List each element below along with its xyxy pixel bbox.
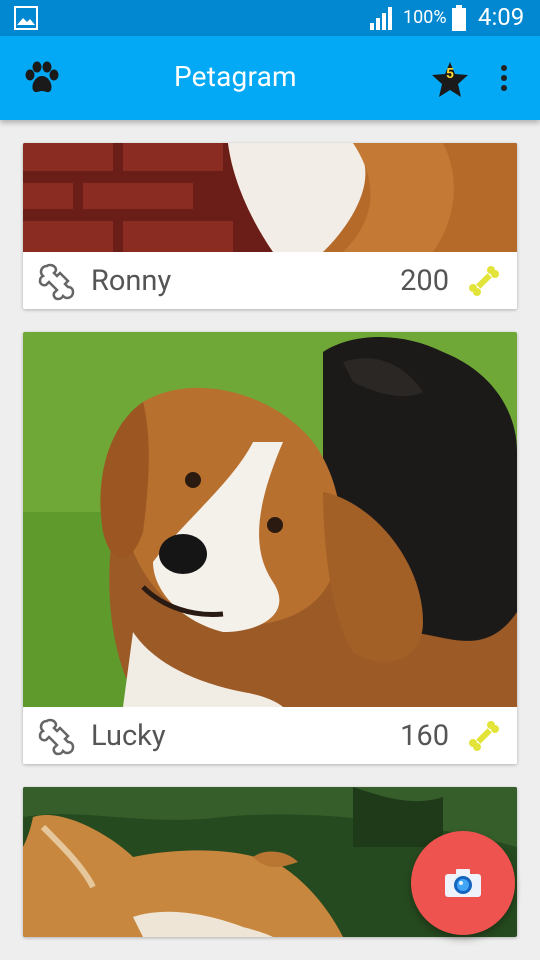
signal-icon xyxy=(370,7,392,30)
favorites-button[interactable]: 5 xyxy=(430,60,470,100)
battery-percent: 100% xyxy=(403,7,447,28)
clock: 4:09 xyxy=(478,3,525,31)
paw-icon[interactable] xyxy=(24,61,60,95)
pet-card: Ronny 200 xyxy=(23,143,517,309)
pet-card-footer: Ronny 200 xyxy=(23,252,517,309)
camera-fab[interactable] xyxy=(411,831,515,935)
pet-card-footer: Lucky 160 xyxy=(23,707,517,764)
camera-icon xyxy=(445,869,481,897)
status-bar: 100% 4:09 xyxy=(0,0,540,36)
bone-outline-icon[interactable] xyxy=(37,717,77,757)
overflow-menu-icon[interactable] xyxy=(494,60,514,100)
gallery-icon xyxy=(14,6,38,30)
bone-rating-icon xyxy=(469,721,499,751)
pet-card: Lucky 160 xyxy=(23,332,517,764)
like-count: 200 xyxy=(400,264,449,298)
favorites-badge: 5 xyxy=(445,66,455,82)
app-title: Petagram xyxy=(174,60,297,93)
app-bar: Petagram 5 xyxy=(0,36,540,120)
pet-photo xyxy=(23,332,517,707)
like-count: 160 xyxy=(400,719,449,753)
battery-icon xyxy=(452,5,466,31)
pet-name: Ronny xyxy=(91,264,172,298)
pet-name: Lucky xyxy=(91,719,166,753)
bone-outline-icon[interactable] xyxy=(37,262,77,302)
pet-photo xyxy=(23,143,517,252)
bone-rating-icon xyxy=(469,266,499,296)
